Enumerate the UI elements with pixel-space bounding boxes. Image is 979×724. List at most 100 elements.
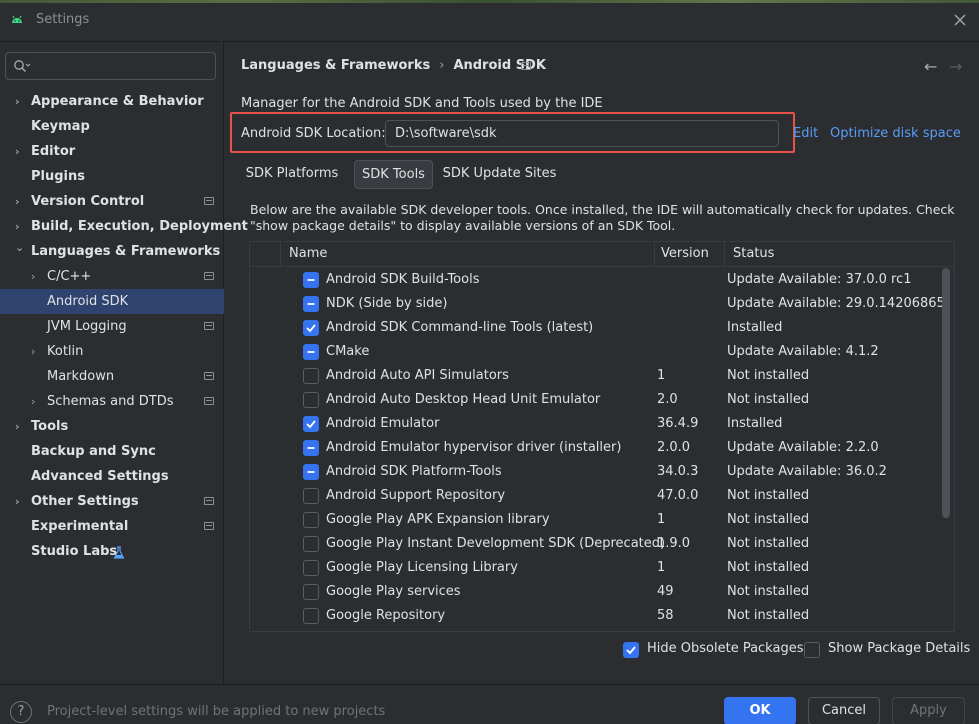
- sidebar-item-label: Schemas and DTDs: [47, 394, 174, 409]
- table-row[interactable]: Android Emulator 36.4.9 Installed: [250, 412, 954, 436]
- chevron-right-icon[interactable]: ›: [15, 489, 25, 514]
- sidebar-item-languages-frameworks[interactable]: ⌄ Languages & Frameworks: [0, 239, 224, 264]
- sidebar-item-experimental[interactable]: Experimental: [0, 514, 224, 539]
- row-checkbox[interactable]: [303, 320, 319, 336]
- sidebar-item-c-c[interactable]: › C/C++: [0, 264, 224, 289]
- sdk-location-field[interactable]: [385, 120, 779, 147]
- project-level-icon: [204, 522, 214, 530]
- sidebar-item-label: Keymap: [31, 119, 90, 134]
- table-row[interactable]: CMake Update Available: 4.1.2: [250, 340, 954, 364]
- chevron-right-icon[interactable]: ›: [15, 414, 25, 439]
- edit-sdk-location-link[interactable]: Edit: [793, 126, 818, 141]
- table-row[interactable]: Android SDK Command-line Tools (latest) I…: [250, 316, 954, 340]
- column-divider: [724, 242, 725, 267]
- table-row[interactable]: Google Play services 49 Not installed: [250, 580, 954, 604]
- hide-obsolete-checkbox[interactable]: [623, 642, 639, 658]
- row-checkbox[interactable]: [303, 488, 319, 504]
- sidebar-item-advanced-settings[interactable]: Advanced Settings: [0, 464, 224, 489]
- cell-status: Not installed: [727, 536, 810, 551]
- row-checkbox[interactable]: [303, 536, 319, 552]
- row-checkbox[interactable]: [303, 464, 319, 480]
- sidebar-item-tools[interactable]: › Tools: [0, 414, 224, 439]
- table-row[interactable]: Google Play Licensing Library 1 Not instal…: [250, 556, 954, 580]
- row-checkbox[interactable]: [303, 560, 319, 576]
- chevron-right-icon[interactable]: ›: [31, 389, 41, 414]
- row-checkbox[interactable]: [303, 416, 319, 432]
- tab-sdk-platforms[interactable]: SDK Platforms: [243, 160, 341, 189]
- row-checkbox[interactable]: [303, 584, 319, 600]
- sidebar-item-markdown[interactable]: Markdown: [0, 364, 224, 389]
- table-row[interactable]: Google Play Instant Development SDK (Dep…: [250, 532, 954, 556]
- hide-obsolete-label[interactable]: Hide Obsolete Packages: [647, 641, 803, 656]
- table-row[interactable]: [250, 628, 954, 631]
- sdk-tools-info-text: Below are the available SDK developer to…: [250, 202, 955, 233]
- table-row[interactable]: Android Auto Desktop Head Unit Emulator 2…: [250, 388, 954, 412]
- forward-arrow-icon[interactable]: →: [949, 57, 962, 76]
- chevron-right-icon[interactable]: ›: [15, 139, 25, 164]
- project-level-note: Project-level settings will be applied t…: [47, 704, 386, 719]
- project-level-icon: [204, 272, 214, 280]
- row-checkbox[interactable]: [303, 440, 319, 456]
- help-icon[interactable]: ?: [10, 701, 32, 723]
- show-package-details-checkbox[interactable]: [804, 642, 820, 658]
- apply-button[interactable]: Apply: [892, 697, 965, 724]
- ok-button[interactable]: OK: [724, 697, 796, 724]
- row-checkbox[interactable]: [303, 272, 319, 288]
- sidebar-item-keymap[interactable]: Keymap: [0, 114, 224, 139]
- sidebar-item-label: Other Settings: [31, 494, 139, 509]
- row-checkbox[interactable]: [303, 512, 319, 528]
- chevron-right-icon[interactable]: ›: [15, 189, 25, 214]
- sidebar-item-jvm-logging[interactable]: JVM Logging: [0, 314, 224, 339]
- cell-status: Not installed: [727, 560, 810, 575]
- table-row[interactable]: Android Support Repository 47.0.0 Not inst…: [250, 484, 954, 508]
- optimize-disk-space-link[interactable]: Optimize disk space: [830, 126, 961, 141]
- back-arrow-icon[interactable]: ←: [924, 57, 937, 76]
- table-row[interactable]: Google Repository 58 Not installed: [250, 604, 954, 628]
- column-header-name[interactable]: Name: [289, 242, 327, 267]
- row-checkbox[interactable]: [303, 608, 319, 624]
- sidebar-item-build-execution-deployment[interactable]: › Build, Execution, Deployment: [0, 214, 248, 239]
- sidebar-item-kotlin[interactable]: › Kotlin: [0, 339, 224, 364]
- search-input[interactable]: [5, 52, 216, 80]
- sidebar-item-backup-and-sync[interactable]: Backup and Sync: [0, 439, 224, 464]
- column-header-version[interactable]: Version: [661, 242, 709, 267]
- checkmark-icon: [306, 324, 316, 333]
- cell-status: Not installed: [727, 392, 810, 407]
- chevron-right-icon[interactable]: ›: [31, 339, 41, 364]
- sidebar-item-android-sdk[interactable]: Android SDK: [0, 289, 224, 314]
- cell-status: Update Available: 2.2.0: [727, 440, 879, 455]
- table-scrollbar[interactable]: [942, 268, 950, 518]
- table-row[interactable]: Android Emulator hypervisor driver (inst…: [250, 436, 954, 460]
- row-checkbox[interactable]: [303, 344, 319, 360]
- cell-name: Android Emulator hypervisor driver (inst…: [326, 440, 622, 455]
- chevron-right-icon[interactable]: ›: [15, 89, 25, 114]
- row-checkbox[interactable]: [303, 368, 319, 384]
- cell-name: Google Play services: [326, 584, 461, 599]
- tab-sdk-update-sites[interactable]: SDK Update Sites: [442, 160, 557, 189]
- breadcrumb-parent[interactable]: Languages & Frameworks: [241, 58, 430, 73]
- sidebar-item-version-control[interactable]: › Version Control: [0, 189, 224, 214]
- table-row[interactable]: Android Auto API Simulators 1 Not installe…: [250, 364, 954, 388]
- table-row[interactable]: Google Play APK Expansion library 1 Not in…: [250, 508, 954, 532]
- sidebar-item-other-settings[interactable]: › Other Settings: [0, 489, 224, 514]
- row-checkbox[interactable]: [303, 296, 319, 312]
- sidebar-item-schemas-and-dtds[interactable]: › Schemas and DTDs: [0, 389, 224, 414]
- chevron-down-icon[interactable]: ⌄: [15, 235, 25, 260]
- chevron-right-icon[interactable]: ›: [31, 264, 41, 289]
- table-row[interactable]: Android SDK Platform-Tools 34.0.3 Update A…: [250, 460, 954, 484]
- table-row[interactable]: NDK (Side by side) Update Available: 29.0…: [250, 292, 954, 316]
- column-header-status[interactable]: Status: [733, 242, 774, 267]
- sidebar-item-appearance-behavior[interactable]: › Appearance & Behavior: [0, 89, 224, 114]
- tab-sdk-tools[interactable]: SDK Tools: [354, 160, 433, 189]
- table-row[interactable]: Android SDK Build-Tools Update Available:…: [250, 268, 954, 292]
- cancel-button[interactable]: Cancel: [808, 697, 880, 724]
- sidebar-item-editor[interactable]: › Editor: [0, 139, 224, 164]
- sidebar-item-studio-labs[interactable]: Studio Labs: [0, 539, 224, 564]
- show-package-details-label[interactable]: Show Package Details: [828, 641, 970, 656]
- row-checkbox[interactable]: [303, 392, 319, 408]
- cell-version: 36.4.9: [657, 416, 699, 431]
- sidebar-item-plugins[interactable]: Plugins: [0, 164, 224, 189]
- close-icon[interactable]: [951, 11, 969, 29]
- breadcrumb-current: Android SDK: [453, 58, 546, 73]
- sidebar-item-label: Markdown: [47, 369, 115, 384]
